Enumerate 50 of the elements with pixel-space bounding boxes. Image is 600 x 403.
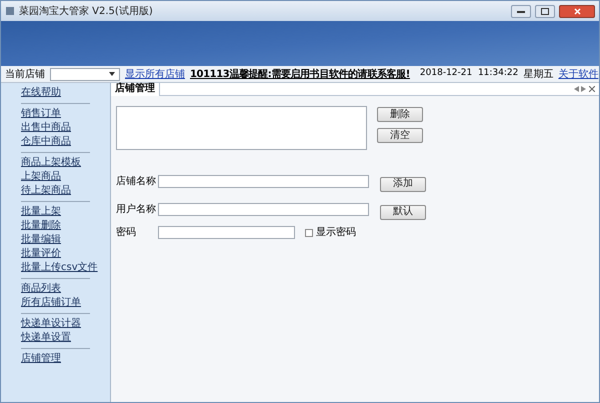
sidebar-link[interactable]: 批量编辑 [21, 233, 61, 247]
checkbox-label: 显示密码 [316, 226, 356, 240]
sidebar-link[interactable]: 批量上架 [21, 205, 61, 219]
sidebar-link[interactable]: 上架商品 [21, 170, 61, 184]
weekday: 星期五 [523, 68, 554, 82]
close-icon [574, 8, 580, 14]
minimize-button[interactable] [511, 4, 531, 18]
sidebar-link[interactable]: 销售订单 [21, 107, 61, 121]
text-field[interactable] [158, 202, 369, 216]
sidebar-link[interactable]: 批量删除 [21, 219, 61, 233]
scroll-right-icon[interactable] [581, 86, 586, 92]
field-label: 用户名称 [116, 202, 157, 216]
show-all-stores-link[interactable]: 显示所有店铺 [125, 66, 185, 82]
app-icon [5, 6, 15, 16]
maximize-button[interactable] [535, 4, 555, 18]
form-button[interactable]: 添加 [380, 176, 426, 192]
store-label: 当前店铺 [5, 68, 45, 82]
window-title: 菜园淘宝大管家 V2.5(试用版) [19, 4, 153, 18]
sidebar-link[interactable]: 商品上架模板 [21, 156, 81, 170]
sidebar-link[interactable]: 在线帮助 [21, 86, 61, 100]
about-link[interactable]: 关于软件 [558, 66, 598, 82]
sidebar-link[interactable]: 批量评价 [21, 247, 61, 261]
dropdown-caret-icon [109, 72, 115, 76]
sidebar-link[interactable]: 仓库中商品 [21, 135, 71, 149]
store-dropdown[interactable] [50, 68, 120, 80]
sidebar-link[interactable]: 出售中商品 [21, 121, 71, 135]
scroll-left-icon[interactable] [574, 86, 579, 92]
maximize-icon [541, 8, 549, 14]
sidebar-link[interactable]: 商品列表 [21, 282, 61, 296]
form-button[interactable]: 清空 [377, 128, 423, 143]
sidebar-link[interactable]: 快递单设计器 [21, 317, 81, 331]
show-password-checkbox[interactable] [305, 228, 313, 236]
form-button[interactable]: 默认 [380, 204, 426, 220]
store-list-box[interactable] [116, 106, 367, 150]
sidebar-link[interactable]: 批量上传csv文件 [21, 261, 98, 275]
close-tab-icon[interactable] [589, 86, 595, 92]
sidebar-link[interactable]: 快递单设置 [21, 331, 71, 345]
tab[interactable]: 店铺管理 [111, 82, 160, 96]
date-time: 2018-12-21 11:34:22 [420, 67, 518, 80]
field-label: 密码 [116, 226, 137, 240]
form-button[interactable]: 删除 [377, 107, 423, 122]
field-label: 店铺名称 [116, 174, 157, 188]
sidebar-link[interactable]: 待上架商品 [21, 184, 71, 198]
text-field[interactable] [158, 174, 369, 188]
sidebar-link[interactable]: 所有店铺订单 [21, 296, 81, 310]
sidebar-link[interactable]: 店铺管理 [21, 352, 61, 366]
text-field[interactable] [158, 226, 295, 239]
notice-text: 101113温馨提醒:需要启用书目软件的请联系客服! [190, 67, 410, 82]
close-button[interactable] [559, 4, 595, 18]
minimize-icon [517, 10, 525, 12]
